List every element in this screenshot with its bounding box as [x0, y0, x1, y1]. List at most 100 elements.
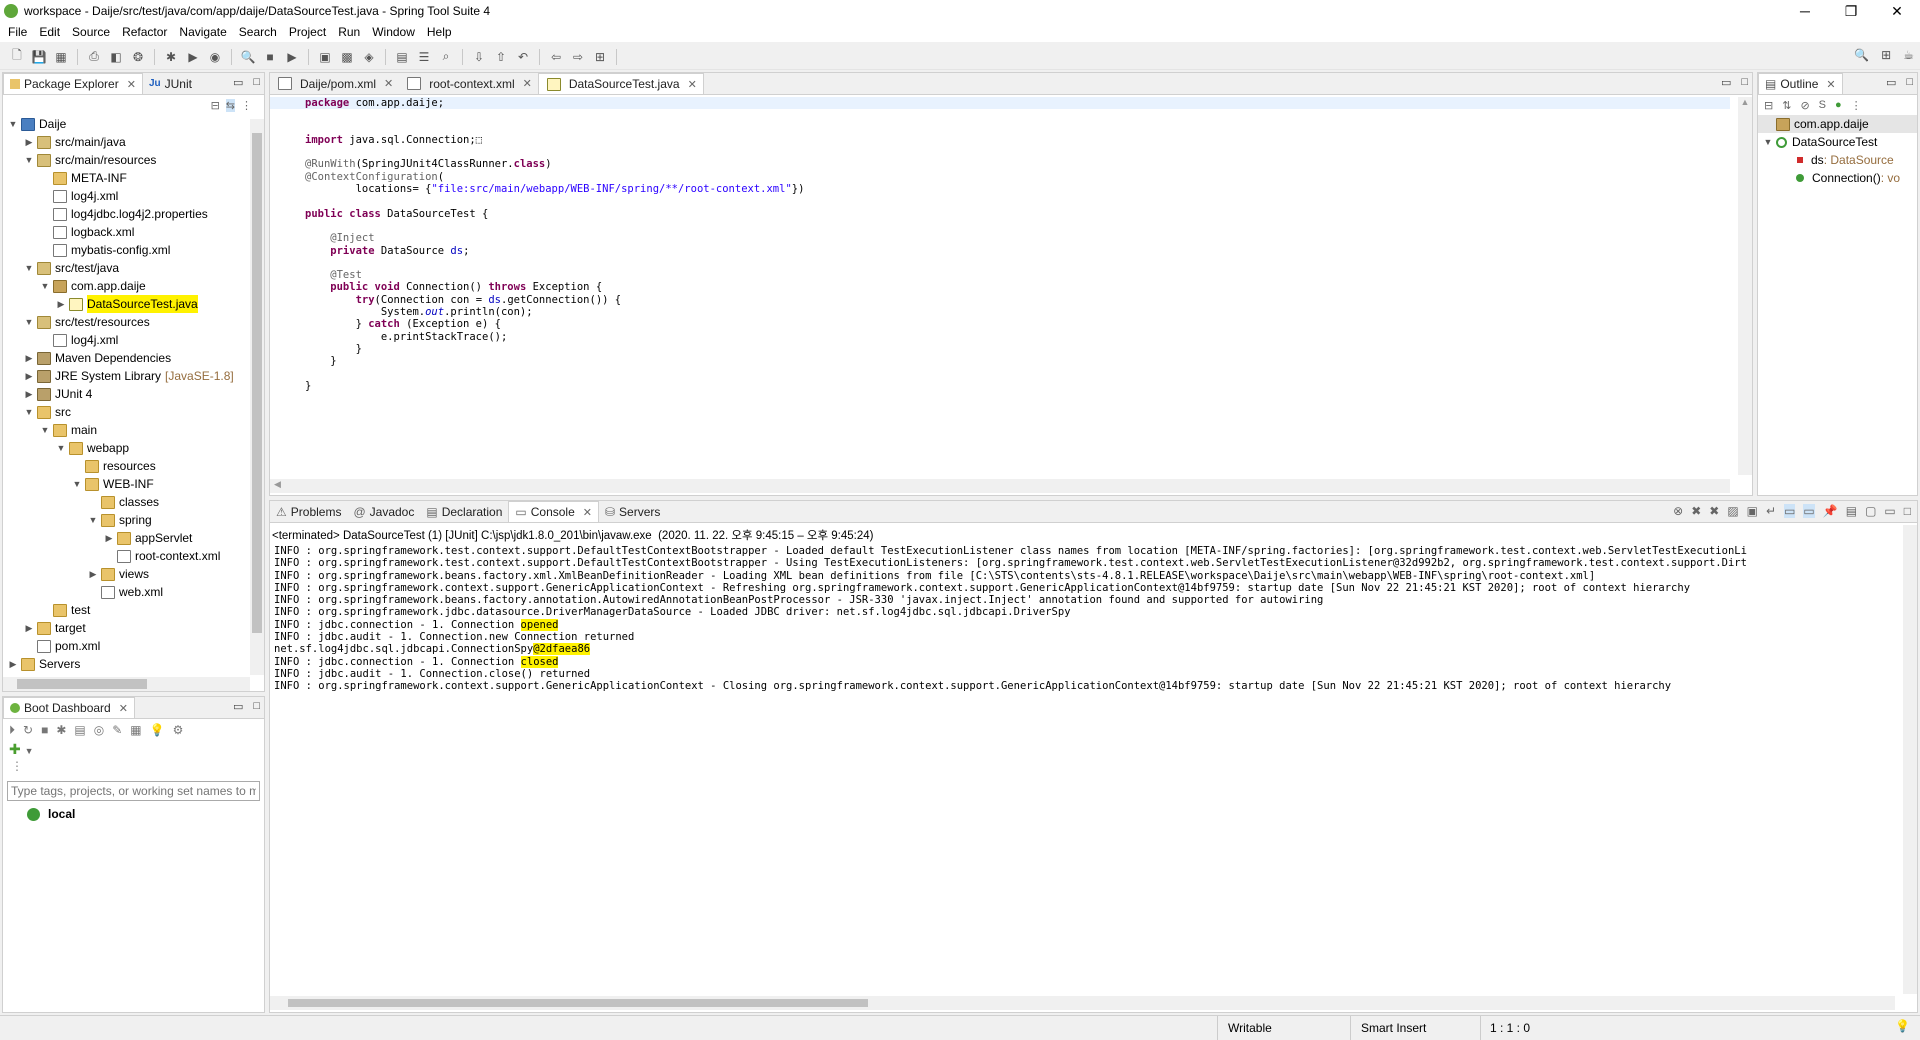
maximize-view-icon[interactable]: □ [1904, 504, 1911, 518]
tree-item[interactable]: ▼ main [7, 421, 264, 439]
menu-search[interactable]: Search [235, 25, 285, 39]
collapsed-chevron-icon[interactable]: ▶ [87, 565, 99, 583]
close-icon[interactable]: ✕ [127, 78, 136, 91]
tree-item[interactable]: ▼ spring [7, 511, 264, 529]
open-task-icon[interactable]: ☰ [415, 49, 433, 65]
menu-help[interactable]: Help [423, 25, 460, 39]
open-perspective-icon[interactable]: ⊞ [1881, 48, 1891, 62]
tree-item[interactable]: ▶ target [7, 619, 264, 637]
tab-declaration[interactable]: ▤ Declaration [420, 501, 508, 522]
display-console-icon[interactable]: ▤ [1846, 504, 1857, 518]
start-icon[interactable]: ⏵ [9, 723, 15, 738]
menu-refactor[interactable]: Refactor [118, 25, 175, 39]
search-file-icon[interactable]: ⌕ [437, 49, 455, 65]
minimize-view-icon[interactable]: ▭ [233, 76, 243, 89]
last-edit-icon[interactable]: ↶ [514, 49, 532, 65]
tab-console[interactable]: ▭ Console ✕ [508, 501, 599, 522]
tree-item[interactable]: root-context.xml [7, 547, 264, 565]
collapsed-chevron-icon[interactable]: ▶ [23, 349, 35, 367]
tree-item[interactable]: ▼ src/main/resources [7, 151, 264, 169]
tree-item[interactable]: ▶ JUnit 4 [7, 385, 264, 403]
close-icon[interactable]: ✕ [523, 77, 532, 90]
toggle-ant-icon[interactable]: ◧ [107, 49, 125, 65]
bulb-icon[interactable]: 💡 [150, 723, 165, 737]
open-type-icon[interactable]: ▤ [393, 49, 411, 65]
tab-outline[interactable]: ▤ Outline ✕ [1758, 73, 1843, 94]
expanded-chevron-icon[interactable]: ▼ [87, 511, 99, 529]
expanded-chevron-icon[interactable]: ▼ [71, 475, 83, 493]
tree-item[interactable]: ▶ Maven Dependencies [7, 349, 264, 367]
save-all-icon[interactable]: ▦ [52, 49, 70, 65]
remove-launch-icon[interactable]: ✖ [1691, 504, 1701, 518]
link-with-editor-icon[interactable]: ⇆ [225, 98, 235, 112]
collapse-all-icon[interactable]: ⊟ [1764, 99, 1773, 112]
tree-item[interactable]: ▼ src/test/resources [7, 313, 264, 331]
close-icon[interactable]: ✕ [688, 78, 697, 91]
java-perspective-icon[interactable]: ☕ [1903, 48, 1914, 62]
search-icon[interactable]: 🔍 [239, 49, 257, 65]
tree-item[interactable]: ▼ webapp [7, 439, 264, 457]
tab-servers[interactable]: ⛁ Servers [599, 501, 666, 522]
prev-annotation-icon[interactable]: ⇧ [492, 49, 510, 65]
back-icon[interactable]: ⇦ [547, 49, 565, 65]
tree-item[interactable]: ▶ views [7, 565, 264, 583]
expanded-chevron-icon[interactable]: ▼ [23, 313, 35, 331]
menu-source[interactable]: Source [68, 25, 118, 39]
debug-icon[interactable]: ✱ [56, 723, 66, 737]
boot-filter-input[interactable] [7, 781, 260, 801]
hide-static-icon[interactable]: S [1819, 99, 1826, 111]
expanded-chevron-icon[interactable]: ▼ [1762, 133, 1774, 151]
edit-icon[interactable]: ✎ [112, 723, 122, 737]
collapsed-chevron-icon[interactable]: ▶ [23, 619, 35, 637]
tree-item[interactable]: ▶ JRE System Library [JavaSE-1.8] [7, 367, 264, 385]
expanded-chevron-icon[interactable]: ▼ [39, 277, 51, 295]
terminate-icon[interactable]: ⊗ [1673, 504, 1683, 518]
open-console-icon[interactable]: ▢ [1865, 504, 1876, 518]
new-icon[interactable]: 🗋 [8, 48, 26, 65]
pin-editor-icon[interactable]: ⊞ [591, 49, 609, 65]
tree-item[interactable]: pom.xml [7, 637, 264, 655]
close-icon[interactable]: ✕ [384, 77, 393, 90]
editor-scrollbar[interactable]: ▲ [1738, 97, 1752, 475]
editor-tab[interactable]: DataSourceTest.java ✕ [537, 73, 704, 94]
expanded-chevron-icon[interactable]: ▼ [23, 403, 35, 421]
forward-icon[interactable]: ⇨ [569, 49, 587, 65]
maximize-view-icon[interactable]: □ [253, 76, 260, 89]
new-java-project-icon[interactable]: ▣ [316, 49, 334, 65]
view-menu-icon[interactable]: ⋮ [1851, 99, 1862, 112]
remove-all-icon[interactable]: ✖ [1709, 504, 1719, 518]
coverage-icon[interactable]: ◉ [206, 49, 224, 65]
hide-nonpublic-icon[interactable]: ● [1835, 99, 1842, 111]
view-menu-icon[interactable]: ⋮ [3, 759, 264, 777]
properties-icon[interactable]: ▦ [130, 723, 141, 737]
tree-item[interactable]: log4jdbc.log4j2.properties [7, 205, 264, 223]
package-scrollbar[interactable] [250, 119, 264, 675]
tree-item[interactable]: ▼ WEB-INF [7, 475, 264, 493]
editor-hscrollbar[interactable]: ◀ [270, 479, 1730, 493]
tree-item[interactable]: logback.xml [7, 223, 264, 241]
close-icon[interactable]: ✕ [1826, 78, 1835, 91]
tree-item[interactable]: log4j.xml [7, 187, 264, 205]
pin-console-icon[interactable]: 📌 [1823, 504, 1838, 518]
print-icon[interactable]: ⎙ [85, 49, 103, 65]
menu-run[interactable]: Run [334, 25, 368, 39]
package-hscrollbar[interactable] [3, 677, 250, 691]
tree-item[interactable]: ▼ src/test/java [7, 259, 264, 277]
menu-edit[interactable]: Edit [35, 25, 68, 39]
tab-package-explorer[interactable]: Package Explorer ✕ [3, 73, 143, 94]
save-icon[interactable]: 💾 [30, 49, 48, 65]
show-on-stderr-icon[interactable]: ▭ [1803, 504, 1815, 518]
hide-fields-icon[interactable]: ⊘ [1800, 99, 1809, 112]
maximize-view-icon[interactable]: □ [1741, 76, 1748, 89]
tab-problems[interactable]: ⚠ Problems [270, 501, 347, 522]
outline-item[interactable]: Connection() : vo [1758, 169, 1917, 187]
tree-item[interactable]: ▼ src [7, 403, 264, 421]
console-icon[interactable]: ▤ [74, 723, 85, 737]
tree-item[interactable]: ▶ src/main/java [7, 133, 264, 151]
tree-item[interactable]: ▶ Servers [7, 655, 264, 673]
minimize-view-icon[interactable]: ▭ [233, 700, 243, 713]
run-icon[interactable]: ▶ [184, 49, 202, 65]
view-menu-icon[interactable]: ⋮ [241, 99, 252, 112]
settings-icon[interactable]: ⚙ [173, 723, 184, 737]
menu-project[interactable]: Project [285, 25, 334, 39]
